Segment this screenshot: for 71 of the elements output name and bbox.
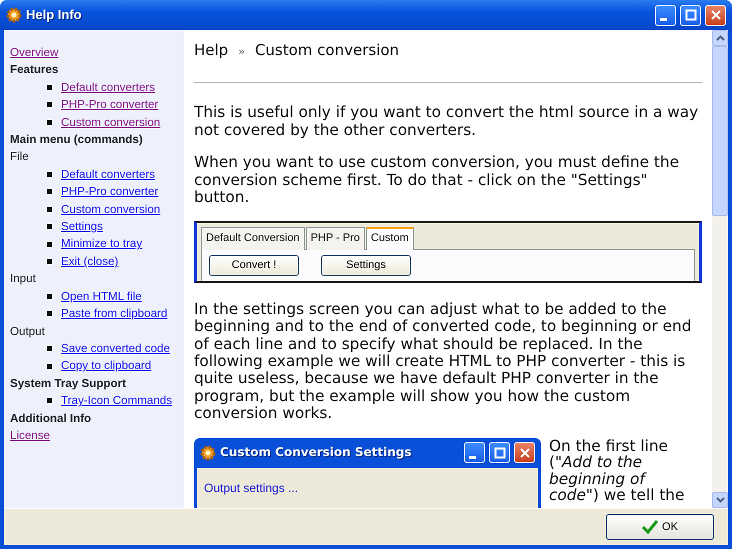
minimize-icon	[469, 456, 476, 459]
sidebar-link[interactable]: License	[10, 428, 50, 442]
close-button[interactable]	[705, 4, 726, 26]
gear-icon	[200, 444, 216, 461]
sidebar-link[interactable]: Custom conversion	[61, 114, 160, 132]
breadcrumb-current: Custom conversion	[254, 42, 400, 60]
ok-button[interactable]: OK	[606, 514, 714, 540]
sidebar-link[interactable]: Default converters	[61, 78, 156, 96]
tab[interactable]: Custom	[366, 227, 414, 250]
sidebar-link[interactable]: Overview	[10, 46, 58, 59]
paragraph: In the settings screen you can adjust what to be added to the beginning and to the end of converted code, to beginning or end of each line and to specify what should be replaced. In the following example we will create HTML to PHP converter - this is quite useless, because we have default PHP converter in the program, but the example will show you how the custom conversion works.	[194, 300, 692, 423]
sidebar-heading: Additional Info	[10, 410, 92, 427]
close-icon	[708, 8, 722, 22]
bullet-icon	[47, 346, 52, 352]
bullet-icon	[47, 311, 52, 316]
sidebar-group-label: Input	[10, 271, 37, 288]
sidebar-link[interactable]: Copy to clipboard	[61, 357, 152, 375]
scroll-up-icon[interactable]	[712, 30, 728, 46]
minimize-icon	[660, 18, 667, 21]
paragraph: This is useful only if you want to convert the html source in a way not covered by the other converters.	[194, 104, 700, 140]
maximize-icon	[492, 446, 506, 460]
bullet-icon	[47, 398, 52, 404]
sidebar-heading: Features	[10, 62, 60, 78]
bullet-icon	[47, 189, 52, 194]
bullet-icon	[47, 224, 52, 230]
window-title: Help Info	[26, 6, 82, 24]
sidebar-heading: Main menu (commands)	[10, 132, 144, 148]
dialog-text: Output settings ...	[197, 468, 538, 508]
bullet-icon	[47, 206, 52, 212]
sidebar-link[interactable]: Minimize to tray	[61, 235, 142, 253]
sidebar-link[interactable]: Exit (close)	[61, 252, 118, 270]
tab[interactable]: Default Conversion	[201, 227, 305, 250]
bullet-icon	[47, 172, 52, 178]
dialog-title: Custom Conversion Settings	[220, 444, 412, 461]
minimize-button[interactable]	[655, 4, 676, 26]
sidebar-link[interactable]: PHP-Pro converter	[61, 183, 158, 201]
paragraph: When you want to use custom conversion, you must define the conversion scheme first. To do that - click on the "Settings" button.	[194, 154, 680, 206]
paragraph: On the first line ("Add to the beginning of code") we tell the	[549, 438, 686, 506]
settings-button[interactable]: Settings	[321, 254, 411, 276]
close-icon	[518, 446, 532, 460]
bullet-icon	[47, 259, 52, 264]
bullet-icon	[47, 102, 52, 108]
sidebar-group-label: Output	[10, 324, 46, 340]
scrollbar-thumb[interactable]	[712, 46, 728, 216]
sidebar-link[interactable]: Open HTML file	[61, 288, 142, 306]
breadcrumb-separator: »	[238, 44, 245, 60]
sidebar-link[interactable]: Save converted code	[61, 340, 170, 358]
sidebar-link[interactable]: PHP-Pro converter	[61, 96, 158, 114]
maximize-icon	[684, 8, 698, 22]
sidebar-heading: System Tray Support	[10, 376, 127, 392]
maximize-button[interactable]	[680, 4, 701, 26]
bullet-icon	[47, 85, 52, 90]
bullet-icon	[47, 120, 52, 125]
sidebar-link[interactable]: Paste from clipboard	[61, 305, 168, 322]
gear-icon	[6, 6, 22, 23]
sidebar-link[interactable]: Settings	[61, 218, 103, 236]
sidebar-link[interactable]: Default converters	[61, 166, 156, 184]
bullet-icon	[47, 294, 52, 299]
sidebar-link[interactable]: Custom conversion	[61, 200, 160, 218]
scroll-down-icon[interactable]	[712, 492, 728, 508]
settings-button[interactable]: Convert !	[209, 254, 299, 276]
checkmark-icon	[642, 520, 658, 534]
breadcrumb-link[interactable]: Help	[194, 42, 228, 60]
bullet-icon	[47, 242, 52, 247]
sidebar-group-label: File	[10, 149, 30, 166]
bullet-icon	[47, 364, 52, 369]
tab[interactable]: PHP - Pro	[306, 227, 365, 250]
close-button[interactable]	[514, 442, 535, 464]
minimize-button[interactable]	[464, 442, 485, 464]
sidebar-link[interactable]: Tray-Icon Commands	[61, 392, 172, 410]
maximize-button[interactable]	[489, 442, 510, 464]
